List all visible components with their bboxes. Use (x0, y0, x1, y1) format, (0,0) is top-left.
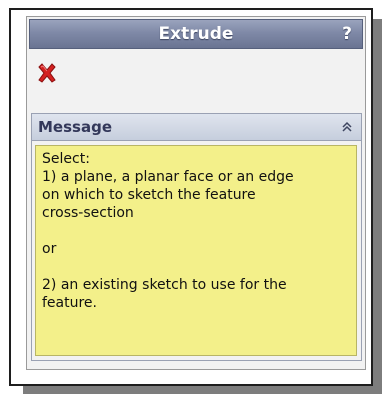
message-line: 1) a plane, a planar face or an edge (42, 169, 294, 185)
message-box: Select: 1) a plane, a planar face or an … (35, 145, 357, 356)
message-line: Select: (42, 151, 90, 167)
help-button[interactable]: ? (342, 24, 352, 44)
message-group: Message Select: 1) a plane, a planar fac… (31, 113, 362, 361)
message-group-header[interactable]: Message (32, 114, 361, 141)
message-line: or (42, 241, 57, 257)
message-group-title: Message (38, 118, 112, 136)
title-bar: Extrude ? (29, 19, 363, 49)
collapse-button[interactable] (339, 119, 355, 135)
message-line: feature. (42, 295, 97, 311)
message-line: cross-section (42, 205, 134, 221)
property-manager-frame: Extrude ? Message Select: 1) a plane, a … (9, 8, 373, 386)
property-manager-panel: Extrude ? Message Select: 1) a plane, a … (26, 16, 366, 370)
message-line: 2) an existing sketch to use for the (42, 277, 287, 293)
red-x-icon (38, 63, 56, 83)
cancel-button[interactable] (35, 61, 59, 85)
panel-title: Extrude (158, 24, 234, 44)
double-chevron-up-icon (342, 121, 352, 132)
message-line: on which to sketch the feature (42, 187, 256, 203)
